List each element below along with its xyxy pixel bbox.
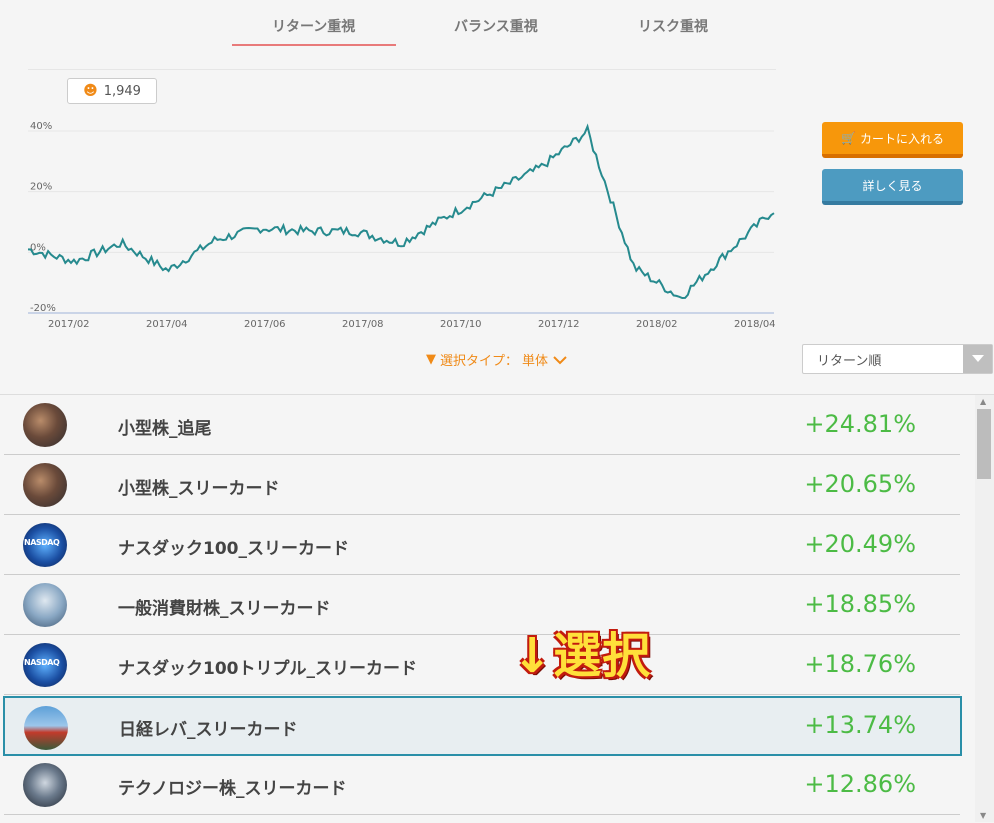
strategy-return: +20.49% <box>804 530 916 558</box>
details-label: 詳しく見る <box>862 178 923 193</box>
strategy-name: テクノロジー株_スリーカード <box>118 779 347 799</box>
strategy-row[interactable]: NASDAQ ナスダック100_スリーカード +20.49% <box>4 515 960 575</box>
details-button[interactable]: 詳しく見る <box>822 169 963 205</box>
x-tick-label: 2018/04 <box>734 319 776 330</box>
selection-annotation: ↓選択 <box>512 628 652 684</box>
dropdown-arrow-icon <box>963 345 992 373</box>
list-scrollbar[interactable]: ▲ ▼ <box>975 395 994 822</box>
strategy-return: +18.76% <box>804 650 916 678</box>
add-to-cart-label: カートに入れる <box>859 131 944 146</box>
strategy-return: +20.65% <box>804 470 916 498</box>
nasdaq-icon: NASDAQ <box>23 643 67 687</box>
user-count: 1,949 <box>103 83 141 99</box>
y-tick-label: 20% <box>30 182 52 193</box>
strategy-row[interactable]: 一般消費財株_スリーカード +18.85% <box>4 575 960 635</box>
users-icon: ☻ <box>83 83 98 99</box>
tab-return[interactable]: リターン重視 <box>272 16 355 36</box>
filter-label: 選択タイプ： <box>440 354 519 369</box>
scroll-down-icon[interactable]: ▼ <box>980 811 986 820</box>
strategy-row[interactable]: NASDAQ ナスダック100トリプル_スリーカード +18.76% <box>4 635 960 695</box>
series-line <box>28 123 775 300</box>
technology-icon <box>23 763 67 807</box>
sort-select[interactable]: リターン順 <box>802 344 993 374</box>
x-tick-label: 2017/10 <box>440 319 482 330</box>
small-cap-icon <box>23 463 67 507</box>
active-tab-indicator <box>232 44 396 46</box>
strategy-return: +24.81% <box>804 410 916 438</box>
performance-chart: 40% 20% 0% -20% 2017/02 2017/04 2017/06 2017/0… <box>28 69 776 331</box>
strategy-row[interactable]: テクノロジー株_スリーカード +12.86% <box>4 755 960 815</box>
y-tick-label: 40% <box>30 121 52 132</box>
user-count-badge: ☻ 1,949 <box>67 78 157 104</box>
x-tick-label: 2017/08 <box>342 319 384 330</box>
selection-type-toggle[interactable]: ▼ 選択タイプ： 単体 <box>426 350 568 369</box>
x-tick-label: 2018/02 <box>636 319 678 330</box>
strategy-name: 小型株_スリーカード <box>118 479 280 499</box>
chevron-down-icon <box>553 355 567 364</box>
x-tick-label: 2017/06 <box>244 319 286 330</box>
line-chart-svg: 40%20%0%-20% 2017/02 2017/04 2017/06 2017/0… <box>28 121 776 330</box>
strategy-name: 日経レバ_スリーカード <box>119 720 298 740</box>
tab-balance[interactable]: バランス重視 <box>454 16 538 36</box>
strategy-row[interactable]: 小型株_スリーカード +20.65% <box>4 455 960 515</box>
nikkei-icon <box>24 706 68 750</box>
x-tick-label: 2017/04 <box>146 319 188 330</box>
scrollbar-thumb[interactable] <box>977 409 991 479</box>
strategy-return: +18.85% <box>804 590 916 618</box>
strategy-list: 小型株_追尾 +24.81% 小型株_スリーカード +20.65% NASDAQ ナスダッ… <box>0 394 994 823</box>
consumer-icon <box>23 583 67 627</box>
cart-icon: 🛒 <box>841 131 856 145</box>
strategy-name: ナスダック100_スリーカード <box>118 539 349 559</box>
tab-risk[interactable]: リスク重視 <box>638 16 708 36</box>
strategy-return: +12.86% <box>804 770 916 798</box>
sort-selected-value: リターン順 <box>817 354 882 369</box>
strategy-row[interactable]: 小型株_追尾 +24.81% <box>4 395 960 455</box>
strategy-name: 一般消費財株_スリーカード <box>118 599 331 619</box>
strategy-tabs: リターン重視 バランス重視 リスク重視 <box>200 0 760 48</box>
x-tick-label: 2017/02 <box>48 319 90 330</box>
nasdaq-icon: NASDAQ <box>23 523 67 567</box>
filter-icon: ▼ <box>426 352 436 367</box>
strategy-row[interactable]: 日経レバ_スリーカード +13.74% <box>3 696 962 756</box>
strategy-name: ナスダック100トリプル_スリーカード <box>118 659 417 679</box>
x-tick-label: 2017/12 <box>538 319 580 330</box>
scroll-up-icon[interactable]: ▲ <box>980 397 986 406</box>
filter-value: 単体 <box>522 354 549 369</box>
strategy-name: 小型株_追尾 <box>118 419 212 439</box>
small-cap-icon <box>23 403 67 447</box>
add-to-cart-button[interactable]: 🛒 カートに入れる <box>822 122 963 158</box>
y-tick-label: -20% <box>30 303 56 314</box>
strategy-return: +13.74% <box>804 711 916 739</box>
